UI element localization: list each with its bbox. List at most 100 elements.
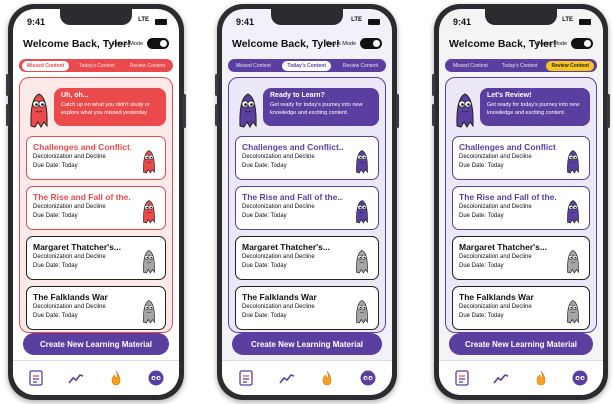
bubble-message: Catch up on what you didn't study or exp… bbox=[61, 102, 150, 116]
content-card[interactable]: The Falklands War Decolonization and Decl… bbox=[452, 286, 590, 330]
card-title: The Rise and Fall of the... bbox=[33, 192, 132, 202]
content-card[interactable]: The Falklands War Decolonization and Decl… bbox=[235, 286, 379, 330]
create-material-button[interactable]: Create New Learning Material bbox=[449, 333, 593, 355]
card-mascot-icon bbox=[561, 145, 585, 175]
create-material-button[interactable]: Create New Learning Material bbox=[23, 333, 169, 355]
mascot-icon bbox=[26, 86, 52, 130]
card-mascot-icon bbox=[137, 195, 161, 225]
chart-icon[interactable] bbox=[67, 369, 85, 387]
card-title: Challenges and Conflict... bbox=[33, 142, 132, 152]
side-button bbox=[432, 104, 435, 126]
card-mascot-icon bbox=[350, 195, 374, 225]
battery-icon bbox=[155, 19, 167, 25]
card-title: Margaret Thatcher's... bbox=[459, 242, 547, 252]
tab-review-content[interactable]: Review Content bbox=[338, 61, 383, 71]
flame-icon[interactable] bbox=[318, 369, 336, 387]
document-icon[interactable] bbox=[237, 369, 255, 387]
focus-mode-toggle[interactable] bbox=[571, 38, 593, 49]
focus-mode-toggle[interactable] bbox=[147, 38, 169, 49]
document-icon[interactable] bbox=[27, 369, 45, 387]
tab-missed-content[interactable]: Missed Content bbox=[231, 61, 276, 71]
speech-bubble: Ready to Learn? Get ready for today's jou… bbox=[263, 88, 379, 126]
status-time: 9:41 bbox=[236, 17, 255, 27]
profile-icon[interactable] bbox=[359, 369, 377, 387]
document-icon[interactable] bbox=[453, 369, 471, 387]
content-panel: Ready to Learn? Get ready for today's jou… bbox=[228, 77, 386, 333]
signal-indicator: LTE bbox=[562, 17, 573, 23]
header: Welcome Back, Tyler! Focus Mode bbox=[449, 35, 593, 55]
card-title: The Falklands War bbox=[33, 292, 108, 302]
content-card[interactable]: Margaret Thatcher's... Decolonization and… bbox=[235, 236, 379, 280]
side-button bbox=[183, 94, 186, 128]
status-bar: 9:41 LTE bbox=[439, 15, 603, 29]
card-title: The Rise and Fall of the... bbox=[459, 192, 556, 202]
content-card[interactable]: Margaret Thatcher's... Decolonization and… bbox=[452, 236, 590, 280]
side-button bbox=[215, 104, 218, 126]
header: Welcome Back, Tyler! Focus Mode bbox=[232, 35, 382, 55]
card-title: Margaret Thatcher's... bbox=[33, 242, 121, 252]
content-tabs: Missed Content Today's Content Review Cont… bbox=[228, 59, 386, 72]
content-card[interactable]: Challenges and Conflict... Decolonization… bbox=[26, 136, 166, 180]
card-mascot-icon bbox=[350, 245, 374, 275]
flame-icon[interactable] bbox=[107, 369, 125, 387]
card-mascot-icon bbox=[137, 145, 161, 175]
profile-icon[interactable] bbox=[147, 369, 165, 387]
bubble-title: Ready to Learn? bbox=[270, 92, 325, 99]
phone-screen: 9:41 LTE Welcome Back, Tyler! Focus Mode Mis… bbox=[222, 9, 392, 395]
status-time: 9:41 bbox=[27, 17, 46, 27]
bubble-title: Uh, oh... bbox=[61, 92, 89, 99]
profile-icon[interactable] bbox=[571, 369, 589, 387]
speech-bubble: Uh, oh... Catch up on what you didn't stu… bbox=[54, 88, 166, 126]
focus-mode-toggle[interactable] bbox=[360, 38, 382, 49]
content-panel: Let's Review! Get ready for today's journ… bbox=[445, 77, 597, 333]
battery-icon bbox=[368, 19, 380, 25]
card-mascot-icon bbox=[350, 145, 374, 175]
welcome-title: Welcome Back, Tyler! bbox=[232, 38, 340, 50]
mascot-icon bbox=[452, 86, 478, 130]
phone-mockup: 9:41 LTE Welcome Back, Tyler! Focus Mode Mis… bbox=[215, 4, 399, 400]
chart-icon[interactable] bbox=[492, 369, 510, 387]
card-title: The Falklands War bbox=[459, 292, 534, 302]
side-button bbox=[432, 74, 435, 96]
bottom-nav bbox=[13, 360, 179, 395]
tab-review-content[interactable]: Review Content bbox=[125, 61, 170, 71]
focus-mode-label: Focus Mode bbox=[325, 41, 356, 47]
phone-mockup: 9:41 LTE Welcome Back, Tyler! Focus Mode Mis… bbox=[6, 4, 186, 400]
side-button bbox=[6, 74, 9, 96]
bubble-message: Get ready for today's journey into new k… bbox=[487, 102, 580, 116]
tab-today-s-content[interactable]: Today's Content bbox=[497, 61, 543, 71]
chart-icon[interactable] bbox=[278, 369, 296, 387]
bottom-nav bbox=[439, 360, 603, 395]
phone-mockup: 9:41 LTE Welcome Back, Tyler! Focus Mode Mis… bbox=[432, 4, 610, 400]
phone-screen: 9:41 LTE Welcome Back, Tyler! Focus Mode Mis… bbox=[439, 9, 603, 395]
flame-icon[interactable] bbox=[532, 369, 550, 387]
status-time: 9:41 bbox=[453, 17, 472, 27]
content-card[interactable]: Margaret Thatcher's... Decolonization and… bbox=[26, 236, 166, 280]
speech-bubble: Let's Review! Get ready for today's journ… bbox=[480, 88, 590, 126]
tab-missed-content[interactable]: Missed Content bbox=[448, 61, 493, 71]
card-mascot-icon bbox=[137, 295, 161, 325]
content-card[interactable]: The Rise and Fall of the... Decolonizatio… bbox=[26, 186, 166, 230]
tab-today-s-content[interactable]: Today's Content bbox=[282, 60, 332, 71]
side-button bbox=[607, 94, 610, 128]
card-title: The Rise and Fall of the... bbox=[242, 192, 344, 202]
tab-review-content[interactable]: Review Content bbox=[546, 60, 594, 71]
tab-today-s-content[interactable]: Today's Content bbox=[74, 61, 120, 71]
header: Welcome Back, Tyler! Focus Mode bbox=[23, 35, 169, 55]
card-title: Margaret Thatcher's... bbox=[242, 242, 330, 252]
content-tabs: Missed Content Today's Content Review Cont… bbox=[445, 59, 597, 72]
content-card[interactable]: The Rise and Fall of the... Decolonizatio… bbox=[452, 186, 590, 230]
content-card[interactable]: Challenges and Conflict... Decolonization… bbox=[235, 136, 379, 180]
bubble-title: Let's Review! bbox=[487, 92, 532, 99]
content-card[interactable]: The Falklands War Decolonization and Decl… bbox=[26, 286, 166, 330]
status-bar: 9:41 LTE bbox=[222, 15, 392, 29]
signal-indicator: LTE bbox=[351, 17, 362, 23]
content-card[interactable]: Challenges and Conflict... Decolonization… bbox=[452, 136, 590, 180]
side-button bbox=[6, 104, 9, 126]
content-panel: Uh, oh... Catch up on what you didn't stu… bbox=[19, 77, 173, 333]
content-card[interactable]: The Rise and Fall of the... Decolonizatio… bbox=[235, 186, 379, 230]
create-material-button[interactable]: Create New Learning Material bbox=[232, 333, 382, 355]
focus-mode-label: Focus Mode bbox=[536, 41, 567, 47]
tab-missed-content[interactable]: Missed Content bbox=[22, 60, 70, 71]
focus-mode-label: Focus Mode bbox=[112, 41, 143, 47]
